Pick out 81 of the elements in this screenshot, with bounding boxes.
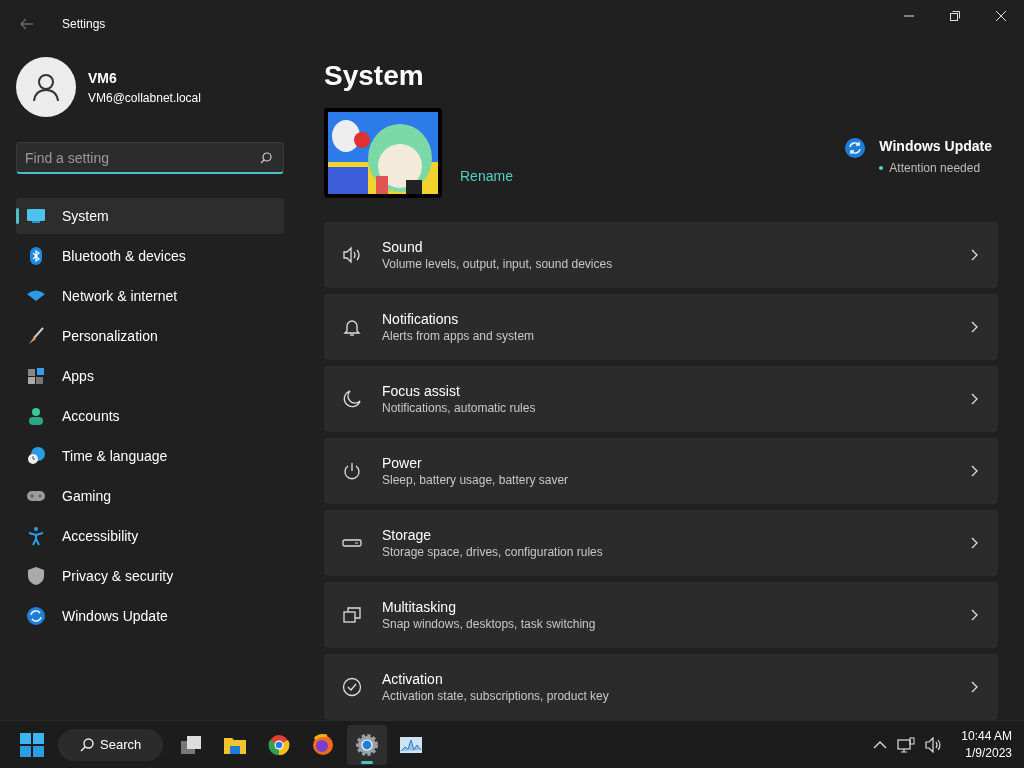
search-icon <box>80 737 94 752</box>
moon-icon <box>342 389 362 409</box>
taskbar-app-button[interactable] <box>347 724 388 765</box>
card-subtitle: Volume levels, output, input, sound devices <box>382 256 614 272</box>
update-status: Attention needed <box>889 160 981 177</box>
card-subtitle: Activation state, subscriptions, product key <box>382 688 610 704</box>
accessibility-icon <box>26 526 46 546</box>
sync-icon[interactable] <box>845 138 866 158</box>
card-subtitle: Snap windows, desktops, task switching <box>382 616 597 632</box>
avatar-icon[interactable] <box>16 57 76 117</box>
nav-item[interactable]: Gaming <box>16 478 284 514</box>
card-title: Multitasking <box>382 598 457 616</box>
back-arrow-icon[interactable] <box>20 18 34 30</box>
settings-card[interactable]: Storage Storage space, drives, configuration rules <box>324 510 998 576</box>
user-name: VM6 <box>88 68 118 88</box>
card-title: Activation <box>382 670 444 688</box>
search-icon[interactable] <box>260 152 272 164</box>
windows-stack-icon <box>342 605 362 625</box>
chevron-right-icon <box>970 393 978 405</box>
nav-item[interactable]: Time & language <box>16 438 284 474</box>
speaker-icon <box>342 245 362 265</box>
close-icon[interactable] <box>996 11 1006 21</box>
selection-indicator <box>16 208 19 224</box>
browser-icon <box>267 732 292 757</box>
card-subtitle: Alerts from apps and system <box>382 328 536 344</box>
page-title: System <box>324 59 425 93</box>
settings-card[interactable]: Multitasking Snap windows, desktops, task switching <box>324 582 998 648</box>
card-subtitle: Sleep, battery usage, battery saver <box>382 472 570 488</box>
chevron-right-icon <box>970 249 978 261</box>
chevron-right-icon <box>970 537 978 549</box>
nav-item[interactable]: Privacy & security <box>16 558 284 594</box>
settings-card[interactable]: Sound Volume levels, output, input, sound devices <box>324 222 998 288</box>
window-title: Settings <box>62 16 106 33</box>
bell-icon <box>342 317 362 337</box>
chevron-right-icon <box>970 321 978 333</box>
card-subtitle: Notifications, automatic rules <box>382 400 537 416</box>
settings-card[interactable]: Notifications Alerts from apps and system <box>324 294 998 360</box>
taskbar-search-button[interactable]: Search <box>58 728 164 761</box>
settings-card[interactable]: Power Sleep, battery usage, battery saver <box>324 438 998 504</box>
card-title: Storage <box>382 526 433 544</box>
apps-icon <box>26 366 46 386</box>
volume-icon[interactable] <box>925 736 944 753</box>
clock-time[interactable]: 10:44 AM <box>961 727 1012 745</box>
shield-icon <box>26 566 46 586</box>
restore-icon[interactable] <box>950 11 960 21</box>
card-title: Power <box>382 454 423 472</box>
rename-link[interactable]: Rename <box>460 166 513 187</box>
nav-item[interactable]: Network & internet <box>16 278 284 314</box>
monitor-icon <box>26 206 46 226</box>
chevron-right-icon <box>970 681 978 693</box>
network-icon[interactable] <box>897 736 916 753</box>
nav-item[interactable]: System <box>16 198 284 234</box>
person-icon <box>26 406 46 426</box>
chevron-right-icon <box>970 465 978 477</box>
chevron-right-icon <box>970 609 978 621</box>
nav-item[interactable]: Bluetooth & devices <box>16 238 284 274</box>
windows-logo-icon[interactable] <box>20 732 44 757</box>
gear-icon <box>355 732 380 757</box>
card-title: Notifications <box>382 310 460 328</box>
check-circle-icon <box>342 677 362 697</box>
card-title: Sound <box>382 238 424 256</box>
chevron-up-icon[interactable] <box>873 739 888 750</box>
user-email: VM6@collabnet.local <box>88 89 201 107</box>
active-indicator <box>361 760 374 764</box>
fox-browser-icon <box>311 732 336 757</box>
nav-item[interactable]: Accessibility <box>16 518 284 554</box>
sync-icon <box>26 606 46 626</box>
nav-item[interactable]: Windows Update <box>16 598 284 634</box>
card-subtitle: Storage space, drives, configuration rules <box>382 544 604 560</box>
clock-globe-icon <box>26 446 46 466</box>
brush-icon <box>26 326 46 346</box>
nav-item[interactable]: Apps <box>16 358 284 394</box>
update-title[interactable]: Windows Update <box>879 136 992 157</box>
settings-card[interactable]: Activation Activation state, subscriptions, product key <box>324 654 998 720</box>
nav-item[interactable]: Accounts <box>16 398 284 434</box>
card-title: Focus assist <box>382 382 461 400</box>
clock-date[interactable]: 1/9/2023 <box>965 744 1012 762</box>
power-icon <box>342 461 362 481</box>
search-field[interactable]: Find a setting <box>16 142 284 174</box>
nav-item[interactable]: Personalization <box>16 318 284 354</box>
settings-card[interactable]: Focus assist Notifications, automatic rules <box>324 366 998 432</box>
